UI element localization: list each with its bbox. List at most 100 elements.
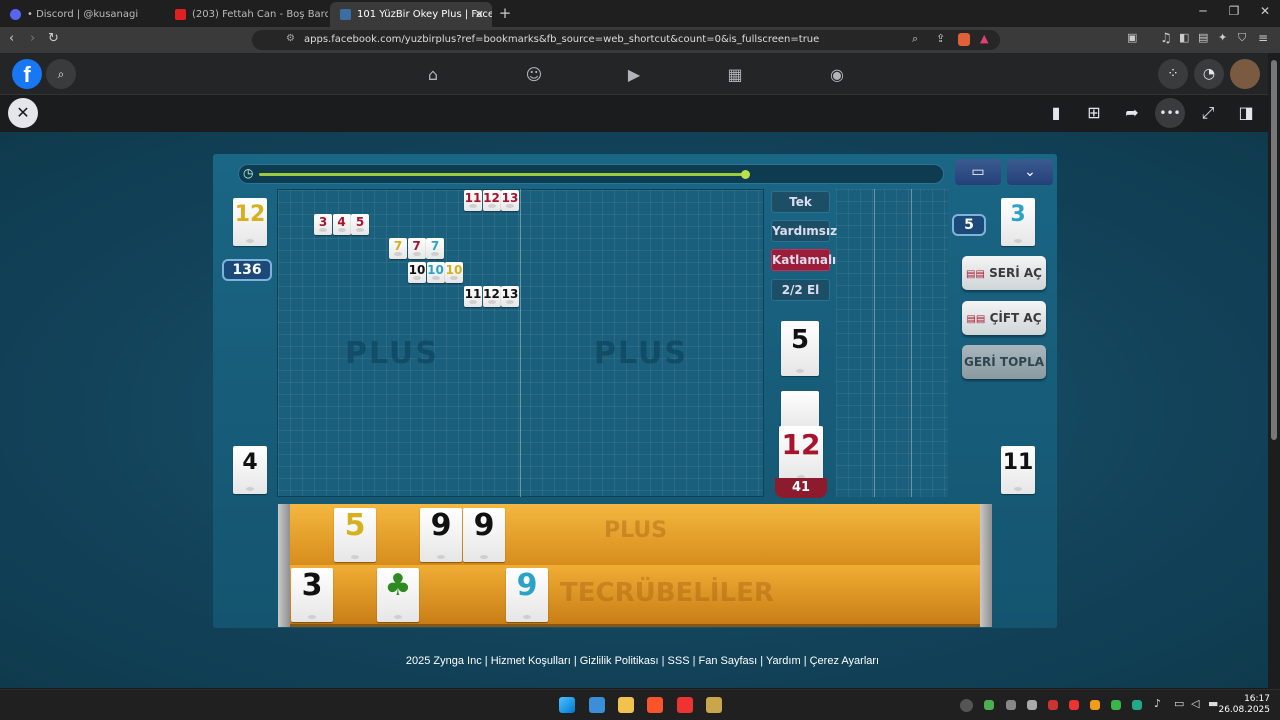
table-tile[interactable]: 13 xyxy=(501,286,519,307)
tab-discord[interactable]: • Discord | @kusanagi xyxy=(0,2,165,27)
close-game-icon[interactable]: ✕ xyxy=(8,98,38,128)
table-tile[interactable]: 5 xyxy=(351,214,369,235)
forward-icon[interactable]: › xyxy=(30,31,35,46)
system-clock[interactable]: 16:17 26.08.2025 xyxy=(1218,694,1270,716)
table-tile[interactable]: 11 xyxy=(464,286,482,307)
battery-icon[interactable]: ▬ xyxy=(1208,697,1218,710)
volume-icon[interactable]: ◁ xyxy=(1191,697,1199,710)
draw-pile-tile[interactable]: 12 xyxy=(779,426,823,482)
notifications-icon[interactable]: ◔ xyxy=(1194,59,1224,89)
chat-button[interactable]: ▭ xyxy=(955,159,1001,185)
table-tile[interactable]: 10 xyxy=(426,262,445,283)
site-info-icon[interactable]: ⚙ xyxy=(286,33,295,44)
groups-icon[interactable]: ◉ xyxy=(825,65,849,84)
reload-icon[interactable]: ↻ xyxy=(48,31,59,46)
tray-icon[interactable] xyxy=(1111,700,1121,710)
microphone-icon[interactable]: ♪ xyxy=(1154,697,1161,710)
new-tab-button[interactable]: + xyxy=(490,4,520,22)
share-icon[interactable]: ⇪ xyxy=(936,32,945,45)
table-tile[interactable]: 10 xyxy=(445,262,463,283)
table-tile[interactable]: 7 xyxy=(389,238,407,259)
friends-icon[interactable]: ☺ xyxy=(522,65,546,84)
table-divider xyxy=(520,189,521,497)
joker-tile[interactable]: ♣ xyxy=(377,568,419,622)
discard-area[interactable] xyxy=(836,189,948,497)
rack-end-left xyxy=(278,504,290,627)
table-tile[interactable]: 7 xyxy=(426,238,444,259)
tray-icon[interactable] xyxy=(984,700,994,710)
leo-icon[interactable]: ✦ xyxy=(1218,31,1227,44)
collapse-button[interactable]: ⌄ xyxy=(1007,159,1053,185)
menu-icon[interactable]: ≡ xyxy=(1258,31,1268,45)
open-pairs-button[interactable]: ▤▤ ÇİFT AÇ xyxy=(962,301,1046,335)
bookmark-game-icon[interactable]: ▮ xyxy=(1044,103,1068,122)
back-icon[interactable]: ‹ xyxy=(9,31,14,46)
tile-number: 10 xyxy=(445,263,463,277)
fullscreen-icon[interactable]: ⤢ xyxy=(1196,103,1220,123)
tray-icon[interactable] xyxy=(1069,700,1079,710)
share-game-icon[interactable]: ➦ xyxy=(1120,103,1144,122)
tile-number: 4 xyxy=(242,450,258,475)
zoom-icon[interactable]: ⌕ xyxy=(912,32,918,46)
widgets-icon[interactable] xyxy=(589,697,605,713)
tray-icon[interactable] xyxy=(1048,700,1058,710)
undo-button[interactable]: GERİ TOPLA xyxy=(962,345,1046,379)
game-toolbar: ✕ ▮ ⊞ ➦ ••• ⤢ ◨ xyxy=(0,95,1280,132)
video-icon[interactable]: ▶ xyxy=(622,65,646,84)
sidebar-toggle-icon[interactable]: ◨ xyxy=(1234,103,1258,122)
facebook-logo[interactable]: f xyxy=(12,59,42,89)
app-icon[interactable] xyxy=(677,697,693,713)
network-icon[interactable]: ▭ xyxy=(1174,697,1184,710)
brave-icon[interactable] xyxy=(647,697,663,713)
tray-icon[interactable] xyxy=(1132,700,1142,710)
rack-tile[interactable]: 5 xyxy=(334,508,376,562)
rack-tile[interactable]: 3 xyxy=(291,568,333,622)
reader-icon[interactable]: ▣ xyxy=(1127,31,1137,44)
tile-number: 4 xyxy=(337,215,346,229)
minimize-icon[interactable]: ─ xyxy=(1188,4,1218,18)
tab-youtube[interactable]: (203) Fettah Can - Boş Bardak - Y xyxy=(165,2,328,27)
table-tile[interactable]: 4 xyxy=(332,214,351,235)
open-series-button[interactable]: ▤▤ SERİ AÇ xyxy=(962,256,1046,290)
start-icon[interactable] xyxy=(559,697,575,713)
game-mode-no-help: Yardımsız xyxy=(771,220,837,242)
scrollbar-thumb[interactable] xyxy=(1271,60,1277,440)
tray-icon[interactable] xyxy=(960,699,973,712)
restore-icon[interactable]: ❐ xyxy=(1219,4,1249,18)
vpn-icon[interactable]: ⛉ xyxy=(1238,31,1246,45)
menu-grid-icon[interactable]: ⁘ xyxy=(1158,59,1188,89)
footer-links[interactable]: 2025 Zynga Inc | Hizmet Koşulları | Gizl… xyxy=(0,655,1268,667)
rack-tile[interactable]: 9 xyxy=(420,508,462,562)
tray-icon[interactable] xyxy=(1090,700,1100,710)
close-tab-icon[interactable]: ✕ xyxy=(475,8,484,21)
table-tile[interactable]: 7 xyxy=(407,238,426,259)
tab-facebook-game[interactable]: 101 YüzBir Okey Plus | Facebook ✕ xyxy=(330,2,492,27)
file-explorer-icon[interactable] xyxy=(618,697,634,713)
table-tile[interactable]: 10 xyxy=(408,262,426,283)
right-player-tile: 3 xyxy=(1001,198,1035,246)
app-icon[interactable] xyxy=(706,697,722,713)
table-tile[interactable]: 12 xyxy=(482,286,501,307)
table-tile[interactable]: 3 xyxy=(314,214,332,235)
add-shortcut-icon[interactable]: ⊞ xyxy=(1082,103,1106,122)
rewards-icon[interactable]: ▲ xyxy=(980,32,988,45)
close-window-icon[interactable]: ✕ xyxy=(1250,4,1280,18)
rack-tile[interactable]: 9 xyxy=(463,508,505,562)
media-icon[interactable]: ♫ xyxy=(1160,31,1172,46)
more-options-icon[interactable]: ••• xyxy=(1155,98,1185,128)
draw-pile-back[interactable] xyxy=(781,391,819,431)
url-field[interactable]: ⚙ apps.facebook.com/yuzbirplus?ref=bookm… xyxy=(252,30,1000,50)
home-icon[interactable]: ⌂ xyxy=(421,65,445,84)
table-tile[interactable]: 11 xyxy=(464,190,482,211)
rack-tile[interactable]: 9 xyxy=(506,568,548,622)
tray-icon[interactable] xyxy=(1027,700,1037,710)
wallet-icon[interactable]: ▤ xyxy=(1198,31,1208,44)
table-tile[interactable]: 12 xyxy=(482,190,501,211)
table-tile[interactable]: 13 xyxy=(501,190,519,211)
marketplace-icon[interactable]: ▦ xyxy=(723,65,747,84)
sidebar-icon[interactable]: ◧ xyxy=(1179,31,1189,44)
tray-icon[interactable] xyxy=(1006,700,1016,710)
brave-shield-icon[interactable] xyxy=(958,33,970,46)
avatar[interactable] xyxy=(1230,59,1260,89)
search-icon[interactable]: ⌕ xyxy=(46,59,76,89)
